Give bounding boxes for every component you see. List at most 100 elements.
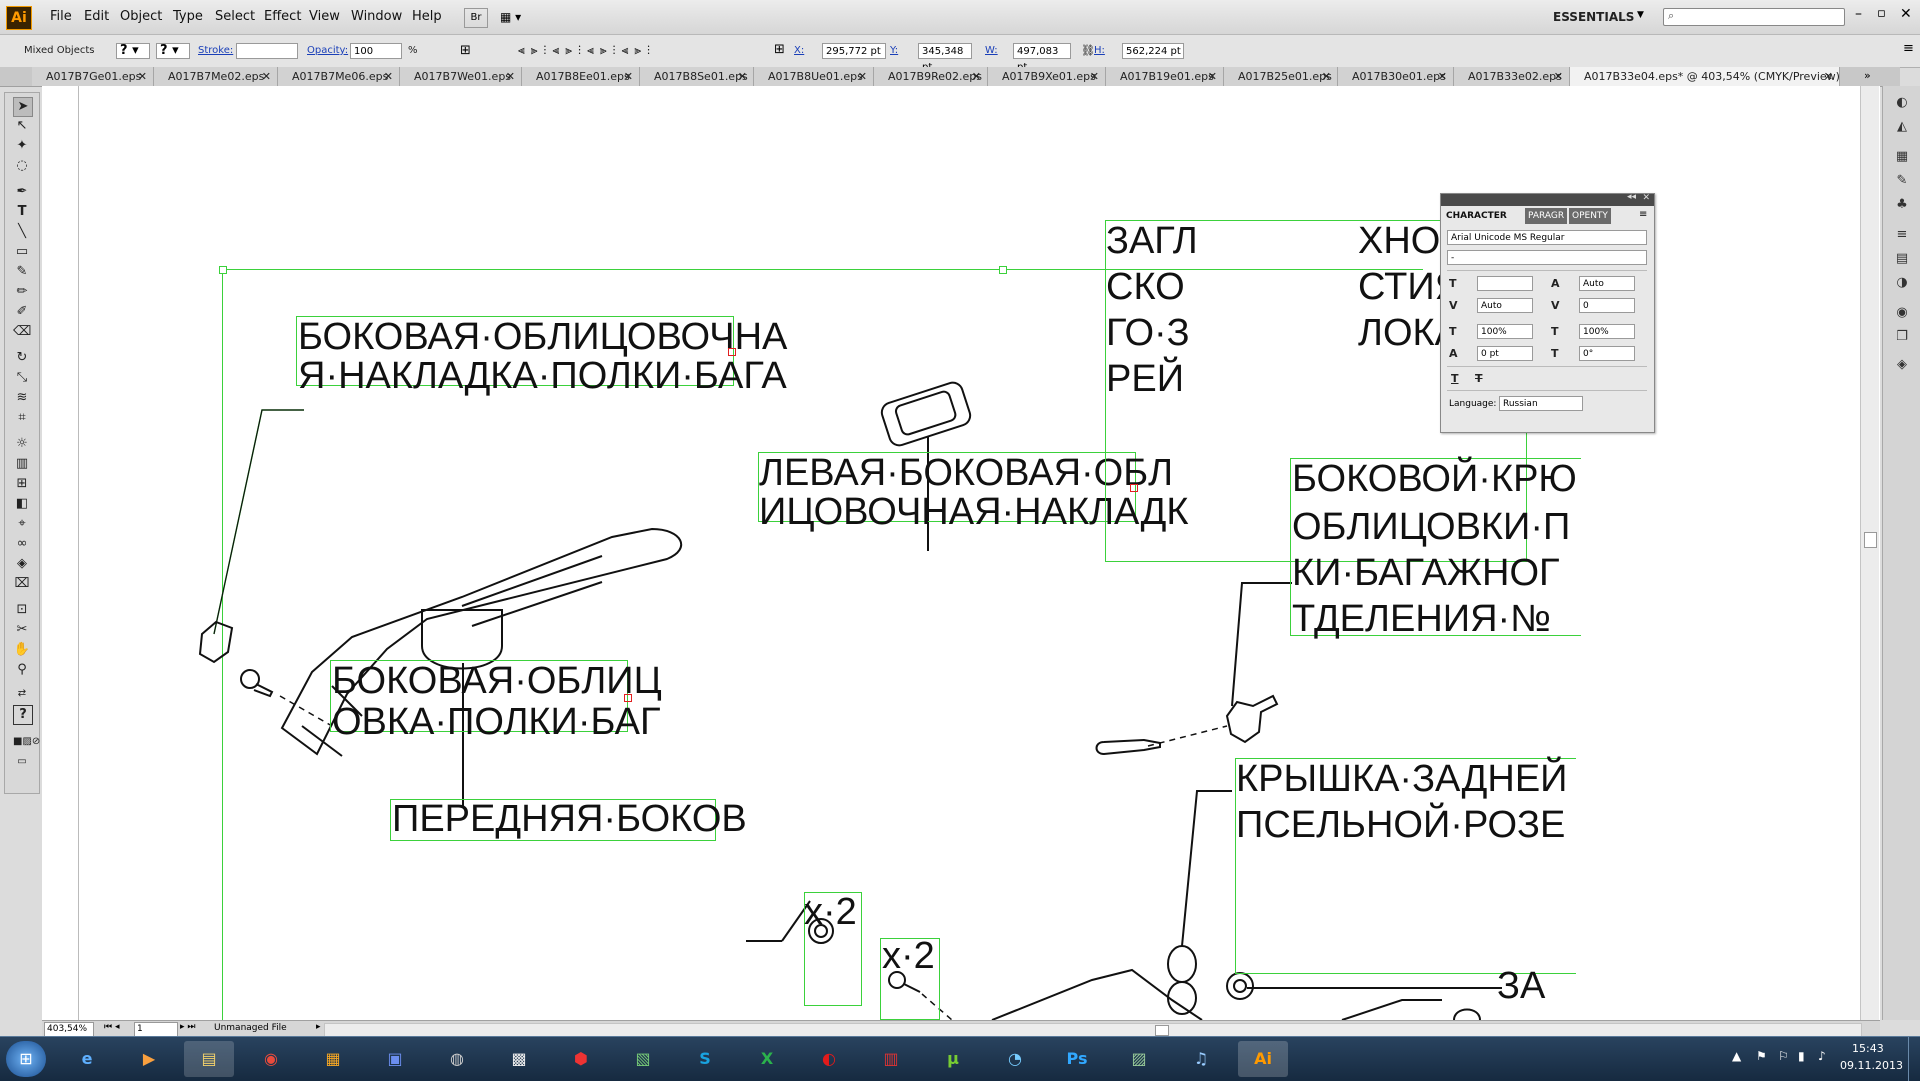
chrome-icon[interactable]: ◉ xyxy=(246,1041,296,1077)
tab-document[interactable]: A017B9Re02.eps ✕ xyxy=(874,67,988,86)
swatches-panel-icon[interactable]: ▦ xyxy=(1893,148,1911,166)
gradient-tool-icon[interactable]: ◧ xyxy=(13,495,31,513)
tab-document[interactable]: A017B7Me02.eps ✕ xyxy=(154,67,278,86)
rectangle-tool-icon[interactable]: ▭ xyxy=(13,243,31,261)
warp-tool-icon[interactable]: ≋ xyxy=(13,389,31,407)
close-tab-icon[interactable]: ✕ xyxy=(858,67,867,86)
close-tab-icon[interactable]: ✕ xyxy=(138,67,147,86)
artboard-tool-icon[interactable]: ⊡ xyxy=(13,601,31,619)
stroke-swatch[interactable]: ? ▾ xyxy=(156,43,190,59)
underline-icon[interactable]: T xyxy=(1451,372,1459,385)
symbol-sprayer-tool-icon[interactable]: ☼ xyxy=(13,435,31,453)
photoshop-icon[interactable]: Ps xyxy=(1052,1041,1102,1077)
illustrator-taskbar-icon[interactable]: Ai xyxy=(1238,1041,1288,1077)
workspace-switcher[interactable]: ESSENTIALS xyxy=(1553,10,1634,24)
artboard-nav-icon[interactable]: ⏮ ◂ xyxy=(104,1022,119,1032)
language-select[interactable]: Russian xyxy=(1499,396,1583,411)
tab-document[interactable]: A017B7Ge01.eps ✕ xyxy=(32,67,154,86)
stroke-panel-icon[interactable]: ≡ xyxy=(1893,226,1911,244)
search-input[interactable]: ⌕ xyxy=(1663,8,1845,26)
arrange-documents-icon[interactable]: ▦ ▾ xyxy=(500,8,534,26)
blob-brush-tool-icon[interactable]: ✐ xyxy=(13,303,31,321)
acrobat-icon[interactable]: ⬢ xyxy=(556,1041,606,1077)
strikethrough-icon[interactable]: T xyxy=(1475,372,1483,385)
tab-document[interactable]: A017B30e01.eps ✕ xyxy=(1338,67,1454,86)
tray-flag-icon[interactable]: ⚐ xyxy=(1778,1049,1789,1063)
pencil-tool-icon[interactable]: ✏ xyxy=(13,283,31,301)
x-position-input[interactable]: 295,772 pt xyxy=(822,43,886,59)
tab-paragraph[interactable]: PARAGR xyxy=(1525,208,1568,224)
menu-object[interactable]: Object xyxy=(120,9,162,24)
clock-date[interactable]: 09.11.2013 xyxy=(1840,1059,1903,1072)
paintbrush-tool-icon[interactable]: ✎ xyxy=(13,263,31,281)
excel-icon[interactable]: X xyxy=(742,1041,792,1077)
close-tab-icon[interactable]: ✕ xyxy=(1090,67,1099,86)
tab-document[interactable]: A017B8Ee01.eps ✕ xyxy=(522,67,640,86)
color-panel-icon[interactable]: ◐ xyxy=(1893,94,1911,112)
direct-selection-tool-icon[interactable]: ↖ xyxy=(13,117,31,135)
fill-stroke-swatch-icon[interactable]: ? xyxy=(13,705,33,725)
callout-label-line[interactable]: ПСЕЛЬНОЙ·РОЗЕ xyxy=(1236,801,1565,849)
tabs-overflow-icon[interactable]: » xyxy=(1864,69,1871,82)
tab-document[interactable]: A017B33e02.eps ✕ xyxy=(1454,67,1570,86)
height-input[interactable]: 562,224 pt xyxy=(1122,43,1184,59)
swap-fill-stroke-icon[interactable]: ⇄ xyxy=(13,685,31,703)
eraser-tool-icon[interactable]: ⌫ xyxy=(13,323,31,341)
graph-tool-icon[interactable]: ▥ xyxy=(13,455,31,473)
opacity-label[interactable]: Opacity: xyxy=(307,45,348,56)
kerning-input[interactable]: Auto xyxy=(1477,298,1533,313)
stroke-weight-input[interactable] xyxy=(236,43,298,59)
vertical-scale-input[interactable]: 100% xyxy=(1477,324,1533,339)
callout-label-line[interactable]: ОБЛИЦОВКИ·П xyxy=(1292,503,1570,551)
callout-label-line[interactable]: БОКОВОЙ·КРЮ xyxy=(1292,455,1577,503)
horizontal-scale-input[interactable]: 100% xyxy=(1579,324,1635,339)
scrollbar-thumb[interactable] xyxy=(1155,1025,1169,1036)
network-tray-icon[interactable]: ▮ xyxy=(1798,1049,1805,1063)
status-menu-arrow-icon[interactable]: ▸ xyxy=(316,1022,321,1032)
appearance-panel-icon[interactable]: ◉ xyxy=(1893,304,1911,322)
close-tab-icon[interactable]: ✕ xyxy=(384,67,393,86)
color-guide-icon[interactable]: ◭ xyxy=(1893,118,1911,136)
panel-titlebar[interactable]: ◂◂ ✕ xyxy=(1441,192,1654,206)
text-overflow-icon[interactable] xyxy=(728,348,736,356)
close-tab-icon[interactable]: ✕ xyxy=(506,67,515,86)
align-buttons-icon[interactable]: ⫷⫸⫶⫷⫸⫶⫷⫸⫶⫷⫸⫶ xyxy=(518,43,656,58)
app-chart-icon[interactable]: ▥ xyxy=(866,1041,916,1077)
slice-tool-icon[interactable]: ⌧ xyxy=(13,575,31,593)
file-explorer-icon[interactable]: ▤ xyxy=(184,1041,234,1077)
eyedropper-tool-icon[interactable]: ⌖ xyxy=(13,515,31,533)
color-mode-buttons-icon[interactable]: ■▨⊘ xyxy=(13,733,40,751)
save-disk-icon[interactable]: ▣ xyxy=(370,1041,420,1077)
menu-select[interactable]: Select xyxy=(215,9,255,24)
menu-help[interactable]: Help xyxy=(412,9,442,24)
tab-document[interactable]: A017B25e01.eps ✕ xyxy=(1224,67,1338,86)
app-grid-icon[interactable]: ▦ xyxy=(308,1041,358,1077)
app-green-icon[interactable]: ▨ xyxy=(1114,1041,1164,1077)
tab-opentype[interactable]: OPENTY xyxy=(1569,208,1611,224)
app-icon[interactable]: ◍ xyxy=(432,1041,482,1077)
remote-desktop-icon[interactable]: ▧ xyxy=(618,1041,668,1077)
opacity-input[interactable]: 100 xyxy=(350,43,402,59)
volume-icon[interactable]: ♪ xyxy=(1818,1049,1826,1063)
vertical-scrollbar[interactable] xyxy=(1860,86,1879,1020)
tab-document[interactable]: A017B8Ue01.eps ✕ xyxy=(754,67,874,86)
selection-tool-icon[interactable]: ➤ xyxy=(13,97,33,117)
hand-tool-icon[interactable]: ✋ xyxy=(13,641,31,659)
y-position-input[interactable]: 345,348 pt xyxy=(918,43,972,73)
itunes-icon[interactable]: ♫ xyxy=(1176,1041,1226,1077)
graphic-styles-icon[interactable]: ❐ xyxy=(1893,328,1911,346)
character-rotation-input[interactable]: 0° xyxy=(1579,346,1635,361)
callout-label-line[interactable]: ЗА xyxy=(1497,962,1545,1010)
tab-document[interactable]: A017B9Xe01.eps ✕ xyxy=(988,67,1106,86)
tab-document[interactable]: A017B7We01.eps ✕ xyxy=(400,67,522,86)
utorrent-icon[interactable]: µ xyxy=(928,1041,978,1077)
scrollbar-thumb[interactable] xyxy=(1864,532,1877,548)
brushes-panel-icon[interactable]: ✎ xyxy=(1893,172,1911,190)
rotate-tool-icon[interactable]: ↻ xyxy=(13,349,31,367)
symbols-panel-icon[interactable]: ♣ xyxy=(1893,196,1911,214)
text-overflow-icon[interactable] xyxy=(624,694,632,702)
zoom-tool-icon[interactable]: ⚲ xyxy=(13,661,31,679)
free-transform-tool-icon[interactable]: ⌗ xyxy=(13,409,31,427)
bridge-button[interactable]: Br xyxy=(464,8,488,28)
callout-label-line[interactable]: ТДЕЛЕНИЯ·№ xyxy=(1292,595,1551,643)
